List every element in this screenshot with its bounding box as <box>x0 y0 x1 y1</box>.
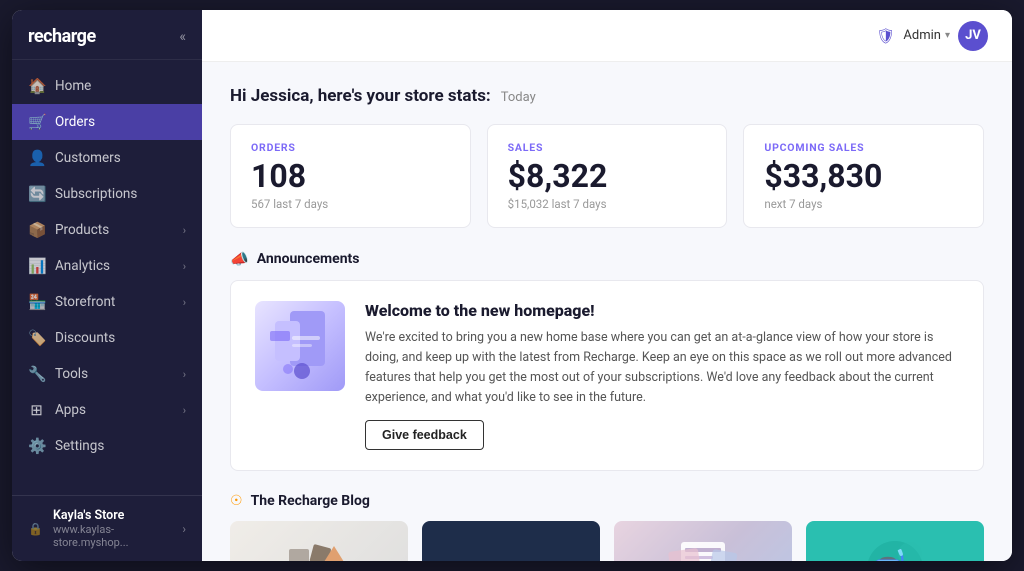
sidebar-item-label: Analytics <box>55 258 110 274</box>
sidebar: recharge « 🏠 Home 🛒 Orders 👤 Customers 🔄… <box>12 10 202 561</box>
avatar: JV <box>958 21 988 51</box>
chevron-icon: › <box>183 296 186 309</box>
sidebar-item-apps[interactable]: ⊞ Apps › <box>12 392 202 428</box>
date-label: Today <box>501 90 536 105</box>
stat-card-2: UPCOMING SALES $33,830 next 7 days <box>743 124 984 228</box>
stat-value: $33,830 <box>764 160 963 192</box>
sidebar-item-subscriptions[interactable]: 🔄 Subscriptions <box>12 176 202 212</box>
stat-sub: 567 last 7 days <box>251 197 450 211</box>
sidebar-item-label: Storefront <box>55 294 115 310</box>
sidebar-item-tools[interactable]: 🔧 Tools › <box>12 356 202 392</box>
sidebar-item-label: Customers <box>55 150 121 166</box>
megaphone-icon: 📣 <box>230 250 249 268</box>
page-content: Hi Jessica, here's your store stats: Tod… <box>202 62 1012 561</box>
stat-value: 108 <box>251 160 450 192</box>
svg-text:🤿: 🤿 <box>870 548 907 562</box>
apps-icon: ⊞ <box>28 401 45 419</box>
logo-text: recharge <box>28 26 96 47</box>
subscriptions-icon: 🔄 <box>28 185 45 203</box>
stat-sub: next 7 days <box>764 197 963 211</box>
stat-label: ORDERS <box>251 141 450 154</box>
lock-icon: 🔒 <box>28 522 43 536</box>
announcement-card: Welcome to the new homepage! We're excit… <box>230 280 984 471</box>
api-logo: rechargeAPI <box>469 561 554 562</box>
chevron-down-icon: ▾ <box>945 30 950 41</box>
blog-header: ☉ The Recharge Blog <box>230 493 984 509</box>
store-chevron-icon: › <box>182 522 186 536</box>
products-icon: 📦 <box>28 221 45 239</box>
chevron-icon: › <box>183 404 186 417</box>
sidebar-item-label: Orders <box>55 114 95 130</box>
sidebar-item-label: Products <box>55 222 109 238</box>
sidebar-item-label: Apps <box>55 402 86 418</box>
settings-icon: ⚙️ <box>28 437 45 455</box>
stat-label: SALES <box>508 141 707 154</box>
blog-title: The Recharge Blog <box>251 493 370 509</box>
sidebar-item-home[interactable]: 🏠 Home <box>12 68 202 104</box>
stat-label: UPCOMING SALES <box>764 141 963 154</box>
announcement-title: Welcome to the new homepage! <box>365 301 959 320</box>
chevron-icon: › <box>183 368 186 381</box>
blog-thumb-shapes <box>230 521 408 561</box>
topbar: 🛡 Admin ▾ JV <box>202 10 1012 62</box>
sidebar-item-products[interactable]: 📦 Products › <box>12 212 202 248</box>
sidebar-item-analytics[interactable]: 📊 Analytics › <box>12 248 202 284</box>
blog-card-1[interactable]: rechargeAPI Empowering developers with a… <box>422 521 600 561</box>
blog-grid: Subscription management 101: Breaking do… <box>230 521 984 561</box>
greeting-row: Hi Jessica, here's your store stats: Tod… <box>230 86 984 106</box>
blog-thumb-subscription <box>614 521 792 561</box>
chevron-icon: › <box>183 224 186 237</box>
sidebar-item-storefront[interactable]: 🏪 Storefront › <box>12 284 202 320</box>
store-url: www.kaylas-store.myshop... <box>53 523 172 549</box>
orders-icon: 🛒 <box>28 113 45 131</box>
announcements-title: Announcements <box>257 251 360 267</box>
app-window: recharge « 🏠 Home 🛒 Orders 👤 Customers 🔄… <box>12 10 1012 561</box>
store-name: Kayla's Store <box>53 508 172 523</box>
announcements-header: 📣 Announcements <box>230 250 984 268</box>
home-icon: 🏠 <box>28 77 45 95</box>
stat-value: $8,322 <box>508 160 707 192</box>
sidebar-logo-area: recharge « <box>12 10 202 60</box>
admin-badge[interactable]: 🛡 Admin ▾ JV <box>876 21 988 51</box>
sidebar-item-orders[interactable]: 🛒 Orders <box>12 104 202 140</box>
collapse-button[interactable]: « <box>179 29 186 45</box>
announcement-body: Welcome to the new homepage! We're excit… <box>365 301 959 450</box>
sidebar-item-label: Discounts <box>55 330 115 346</box>
blog-thumb-api: rechargeAPI <box>422 521 600 561</box>
rss-icon: ☉ <box>230 493 243 509</box>
storefront-icon: 🏪 <box>28 293 45 311</box>
announcement-description: We're excited to bring you a new home ba… <box>365 328 959 408</box>
sidebar-footer[interactable]: 🔒 Kayla's Store www.kaylas-store.myshop.… <box>12 495 202 561</box>
chevron-icon: › <box>183 260 186 273</box>
blog-card-3[interactable]: 🤿 Making the most of Recharge Merchant A… <box>806 521 984 561</box>
blog-card-0[interactable]: Subscription management 101: Breaking do… <box>230 521 408 561</box>
store-info: Kayla's Store www.kaylas-store.myshop... <box>53 508 172 549</box>
sidebar-nav: 🏠 Home 🛒 Orders 👤 Customers 🔄 Subscripti… <box>12 60 202 495</box>
sidebar-item-settings[interactable]: ⚙️ Settings <box>12 428 202 464</box>
stat-card-1: SALES $8,322 $15,032 last 7 days <box>487 124 728 228</box>
sidebar-item-label: Settings <box>55 438 104 454</box>
shield-icon: 🛡 <box>876 27 895 45</box>
analytics-icon: 📊 <box>28 257 45 275</box>
greeting-text: Hi Jessica, here's your store stats: <box>230 86 491 106</box>
sidebar-item-discounts[interactable]: 🏷️ Discounts <box>12 320 202 356</box>
sidebar-item-label: Home <box>55 78 91 94</box>
feedback-button[interactable]: Give feedback <box>365 420 484 450</box>
sidebar-item-label: Tools <box>55 366 88 382</box>
customers-icon: 👤 <box>28 149 45 167</box>
sidebar-item-customers[interactable]: 👤 Customers <box>12 140 202 176</box>
admin-label: Admin ▾ <box>903 28 950 43</box>
blog-card-2[interactable]: Recharge's subscription management evalu… <box>614 521 792 561</box>
discounts-icon: 🏷️ <box>28 329 45 347</box>
tools-icon: 🔧 <box>28 365 45 383</box>
announcement-image <box>255 301 345 391</box>
blog-thumb-diver: 🤿 <box>806 521 984 561</box>
stat-card-0: ORDERS 108 567 last 7 days <box>230 124 471 228</box>
main-content: 🛡 Admin ▾ JV Hi Jessica, here's your sto… <box>202 10 1012 561</box>
stat-sub: $15,032 last 7 days <box>508 197 707 211</box>
sidebar-item-label: Subscriptions <box>55 186 137 202</box>
stats-row: ORDERS 108 567 last 7 days SALES $8,322 … <box>230 124 984 228</box>
